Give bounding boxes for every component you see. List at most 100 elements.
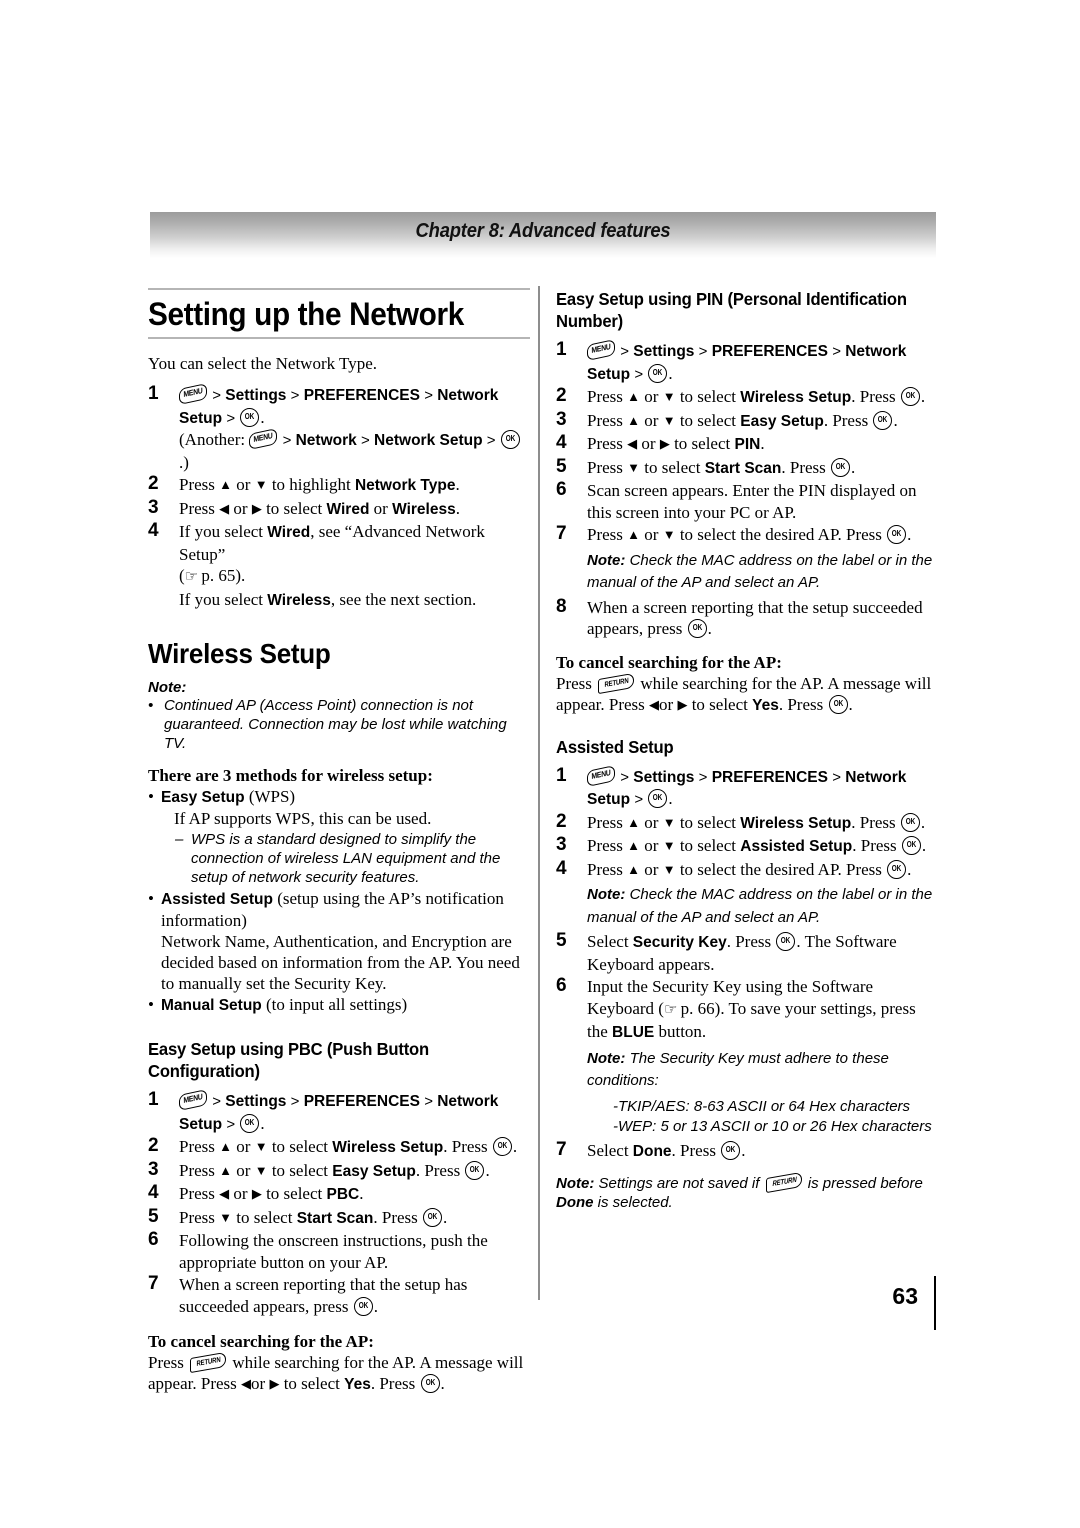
note-text: is pressed before xyxy=(807,1175,923,1192)
menu-start-scan-label: Start Scan xyxy=(296,1209,374,1227)
step-text: to select xyxy=(266,1184,323,1203)
menu-wireless-label: Wireless xyxy=(267,591,331,609)
arrow-down-icon: ▼ xyxy=(254,477,268,492)
step-number: 3 xyxy=(556,834,567,855)
menu-preferences-label: PREFERENCES xyxy=(303,1093,420,1110)
step-number: 7 xyxy=(148,1273,159,1294)
menu-icon: MENU xyxy=(178,383,208,405)
arrow-down-icon: ▼ xyxy=(662,412,676,428)
step-text: button. xyxy=(658,1022,707,1041)
step-text: . xyxy=(455,475,460,494)
step-number: 1 xyxy=(556,339,567,360)
ok-icon: OK xyxy=(353,1296,373,1316)
step-number: 4 xyxy=(148,1182,159,1203)
step-text: Press xyxy=(179,1137,215,1156)
ok-icon: OK xyxy=(420,1374,440,1393)
step-item: 6 Input the Security Key using the Softw… xyxy=(556,975,938,1137)
pointing-hand-icon: ☞ xyxy=(184,569,198,585)
step-text: . Press xyxy=(851,812,896,832)
ok-icon: OK xyxy=(492,1137,512,1156)
arrow-left-icon: ◀ xyxy=(649,696,660,712)
note-text: Check the MAC address on the label or in… xyxy=(587,886,933,926)
return-icon: RETURN xyxy=(765,1171,802,1194)
step-number: 3 xyxy=(148,1158,159,1180)
arrow-down-icon: ▼ xyxy=(662,838,676,853)
arrow-up-icon: ▲ xyxy=(627,527,641,542)
method-name-assisted-setup: Assisted Setup xyxy=(161,891,273,908)
step-item: 5 Press ▼ to select Start Scan. Press OK… xyxy=(556,455,856,477)
ok-icon: OK xyxy=(887,859,907,879)
note-text: Check the MAC address on the label or in… xyxy=(587,551,933,592)
cancel-text: Press xyxy=(148,1353,184,1372)
step-text: or xyxy=(236,475,251,494)
note-text: is selected. xyxy=(597,1194,673,1211)
step-text: . Press xyxy=(851,387,896,406)
step-number: 6 xyxy=(556,975,567,996)
step-text: Press xyxy=(179,1207,215,1227)
page-number: 63 xyxy=(892,1283,918,1309)
step-text: or xyxy=(644,812,659,832)
methods-heading: There are 3 methods for wireless setup: xyxy=(148,766,433,785)
ok-icon: OK xyxy=(721,1140,741,1160)
note-label: Note: xyxy=(587,551,626,569)
pin-steps: 1 MENU > Settings > PREFERENCES > Networ… xyxy=(556,339,938,640)
method-name-manual-setup: Manual Setup xyxy=(161,997,262,1014)
arrow-left-icon: ◀ xyxy=(219,500,230,516)
menu-network-setup-label: Network Setup xyxy=(374,432,483,449)
step-item: 4 Press ◀ or ▶ to select PBC. xyxy=(148,1182,530,1206)
menu-assisted-setup-label: Assisted Setup xyxy=(740,838,853,855)
ok-icon: OK xyxy=(648,789,668,808)
arrow-down-icon: ▼ xyxy=(662,814,676,830)
arrow-up-icon: ▲ xyxy=(219,1139,233,1154)
ok-icon: OK xyxy=(465,1160,485,1180)
arrow-right-icon: ▶ xyxy=(251,500,262,516)
step-text: Press xyxy=(587,859,623,879)
step-item: 2 Press ▲ or ▼ to select Wireless Setup.… xyxy=(556,810,926,832)
arrow-right-icon: ▶ xyxy=(659,436,670,451)
cancel-text: or xyxy=(659,694,674,714)
security-key-condition: -TKIP/AES: 8-63 ASCII or 64 Hex characte… xyxy=(613,1097,911,1115)
column-divider xyxy=(538,286,540,1300)
menu-settings-label: Settings xyxy=(633,768,695,786)
step-text: . xyxy=(455,498,460,518)
separator-gt: > xyxy=(212,387,222,404)
network-type-steps: 1 MENU > Settings > PREFERENCES > Networ… xyxy=(148,383,530,611)
step-item: 5 Press ▼ to select Start Scan. Press OK… xyxy=(148,1205,448,1227)
step-text: Press xyxy=(179,498,215,518)
menu-pbc-label: PBC xyxy=(326,1186,360,1203)
step-text: or xyxy=(641,434,656,453)
step-text: Press xyxy=(587,525,623,544)
step-text: . xyxy=(760,434,765,453)
menu-wireless-setup-label: Wireless Setup xyxy=(332,1139,444,1156)
step-text: Press xyxy=(587,457,623,477)
step-note: Note: Check the MAC address on the label… xyxy=(587,549,938,593)
separator-gt: > xyxy=(486,432,496,449)
alternate-path-suffix: .) xyxy=(179,452,189,472)
arrow-down-icon: ▼ xyxy=(219,1209,233,1225)
arrow-down-icon: ▼ xyxy=(627,459,641,475)
menu-icon: MENU xyxy=(586,764,616,787)
step-number: 1 xyxy=(148,1089,159,1110)
step-item: 6 Following the onscreen instructions, p… xyxy=(148,1229,530,1273)
ok-icon: OK xyxy=(240,1113,260,1133)
step-note: Note: Check the MAC address on the label… xyxy=(587,883,938,927)
ok-icon: OK xyxy=(687,619,707,638)
chapter-title: Chapter 8: Advanced features xyxy=(415,220,671,242)
arrow-right-icon: ▶ xyxy=(677,696,688,712)
separator-gt: > xyxy=(634,365,644,383)
menu-wired-label: Wired xyxy=(326,500,370,518)
arrow-up-icon: ▲ xyxy=(627,861,641,877)
step-number: 5 xyxy=(148,1205,159,1227)
subsection-title-pin: Easy Setup using PIN (Personal Identific… xyxy=(556,289,907,331)
step-text: or xyxy=(233,498,248,518)
step-text: . Press xyxy=(443,1137,488,1156)
subsection-title-assisted: Assisted Setup xyxy=(556,736,674,757)
step-text: . Press xyxy=(373,1207,418,1227)
menu-icon: MENU xyxy=(178,1089,208,1111)
step-item: 1 MENU > Settings > PREFERENCES > Networ… xyxy=(556,764,907,808)
note-label: Note: xyxy=(587,1049,626,1067)
step-text: to select the desired AP. Press xyxy=(679,525,882,544)
ok-icon: OK xyxy=(900,812,920,832)
page-reference: p. 65). xyxy=(201,566,246,585)
menu-done-label: Done xyxy=(556,1194,594,1211)
